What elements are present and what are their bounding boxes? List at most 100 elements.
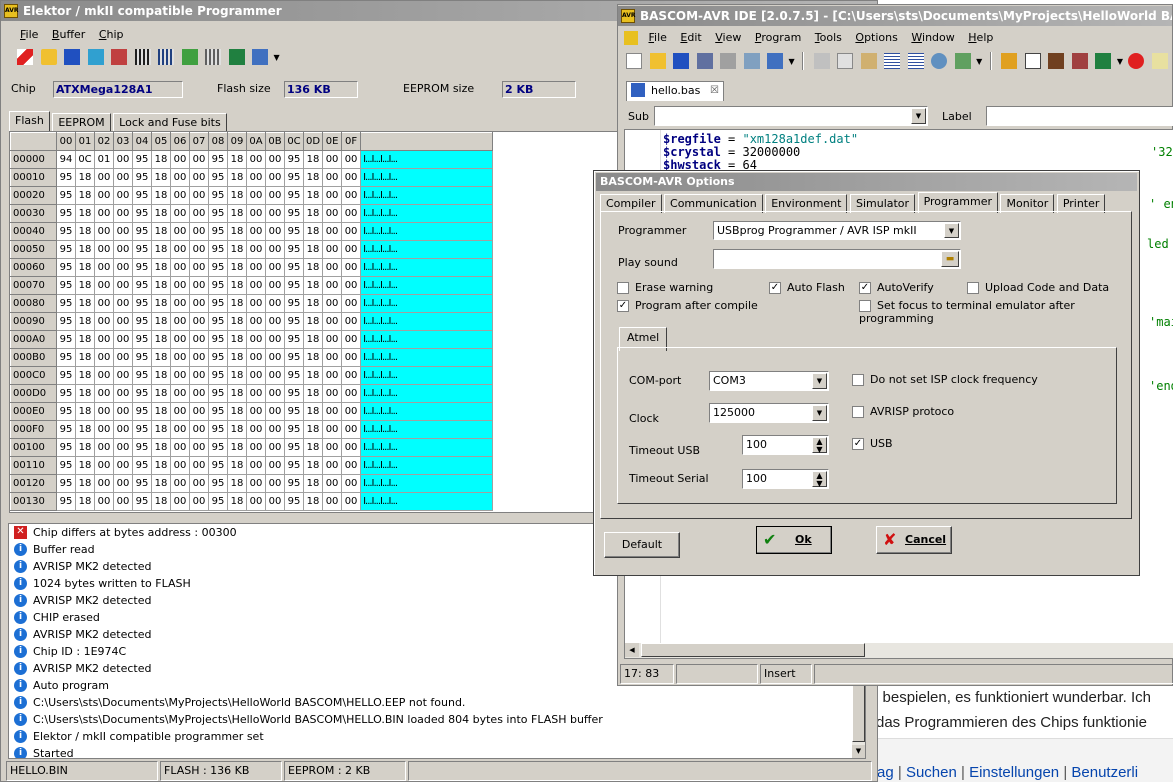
hex-byte[interactable]: 00 — [265, 402, 285, 421]
hex-byte[interactable]: 00 — [94, 366, 114, 385]
hex-byte[interactable]: 00 — [170, 348, 190, 367]
hex-byte[interactable]: 00 — [322, 312, 343, 331]
hex-byte[interactable]: 00 — [246, 258, 266, 277]
hex-byte[interactable]: 00 — [322, 150, 343, 169]
hex-byte[interactable]: 95 — [208, 294, 228, 313]
hex-byte[interactable]: 00 — [322, 456, 343, 475]
hex-byte[interactable]: 00 — [265, 312, 285, 331]
hex-ascii[interactable]: I...I...I...I... — [360, 276, 494, 295]
timeout-serial-spinner[interactable]: 100 ▲ ▼ — [742, 469, 829, 489]
hex-byte[interactable]: 00 — [189, 276, 209, 295]
hex-byte[interactable]: 00 — [341, 366, 362, 385]
com-port-select[interactable]: COM3 ▼ — [709, 371, 829, 391]
hex-byte[interactable]: 00 — [189, 222, 209, 241]
hex-byte[interactable]: 18 — [302, 456, 324, 475]
hex-ascii[interactable]: I...I...I...I... — [360, 330, 494, 349]
label-dropdown[interactable] — [986, 106, 1173, 126]
hex-byte[interactable]: 00 — [265, 294, 285, 313]
hex-byte[interactable]: 95 — [284, 240, 304, 259]
settings-icon[interactable] — [252, 49, 268, 65]
hex-byte[interactable]: 95 — [132, 384, 152, 403]
scroll-left-icon[interactable]: ◀ — [625, 643, 639, 657]
hex-byte[interactable]: 00 — [170, 186, 190, 205]
hex-byte[interactable]: 95 — [56, 438, 76, 457]
hex-byte[interactable]: 18 — [151, 348, 171, 367]
hex-byte[interactable]: 00 — [189, 294, 209, 313]
hex-byte[interactable]: 00 — [113, 240, 133, 259]
hex-byte[interactable]: 18 — [151, 168, 171, 187]
hex-byte[interactable]: 00 — [170, 222, 190, 241]
hex-byte[interactable]: 18 — [302, 168, 324, 187]
hex-byte[interactable]: 00 — [170, 384, 190, 403]
hex-byte[interactable]: 00 — [113, 366, 133, 385]
hex-byte[interactable]: 00 — [189, 456, 209, 475]
programmer-select[interactable]: USBprog Programmer / AVR ISP mkII ▼ — [713, 221, 961, 240]
hex-byte[interactable]: 00 — [94, 168, 114, 187]
hex-byte[interactable]: 00 — [265, 366, 285, 385]
hex-byte[interactable]: 00 — [170, 438, 190, 457]
hex-ascii[interactable]: I...I...I...I... — [360, 420, 494, 439]
hex-byte[interactable]: 95 — [132, 276, 152, 295]
terminal-focus-check[interactable]: Set focus to terminal emulator after pro… — [859, 299, 1131, 325]
hex-byte[interactable]: 00 — [170, 366, 190, 385]
hex-byte[interactable]: 00 — [189, 204, 209, 223]
hex-byte[interactable]: 18 — [75, 402, 95, 421]
hex-byte[interactable]: 95 — [208, 150, 228, 169]
hex-byte[interactable]: 95 — [56, 312, 76, 331]
hex-byte[interactable]: 00 — [265, 330, 285, 349]
hex-byte[interactable]: 95 — [208, 204, 228, 223]
chevron-down-icon[interactable]: ▼ — [274, 53, 280, 62]
hex-byte[interactable]: 18 — [227, 420, 247, 439]
hex-byte[interactable]: 00 — [322, 438, 343, 457]
chevron-down-icon[interactable]: ▼ — [1117, 57, 1123, 66]
menu-window[interactable]: Window — [906, 29, 959, 47]
hex-byte[interactable]: 00 — [170, 150, 190, 169]
hex-ascii[interactable]: I...I...I...I... — [360, 150, 494, 169]
hex-byte[interactable]: 18 — [227, 384, 247, 403]
hex-byte[interactable]: 95 — [132, 258, 152, 277]
hex-byte[interactable]: 00 — [94, 384, 114, 403]
browser-link[interactable]: Benutzerli — [1071, 764, 1138, 781]
hex-byte[interactable]: 18 — [227, 348, 247, 367]
hex-ascii[interactable]: I...I...I...I... — [360, 294, 494, 313]
hex-byte[interactable]: 00 — [341, 222, 362, 241]
hex-byte[interactable]: 95 — [56, 240, 76, 259]
hex-byte[interactable]: 00 — [341, 204, 362, 223]
hex-byte[interactable]: 95 — [208, 168, 228, 187]
hex-byte[interactable]: 00 — [265, 384, 285, 403]
hex-byte[interactable]: 18 — [302, 186, 324, 205]
hex-byte[interactable]: 18 — [151, 186, 171, 205]
hex-byte[interactable]: 00 — [246, 240, 266, 259]
chevron-down-icon[interactable]: ▼ — [944, 223, 959, 238]
chip-icon[interactable] — [1048, 53, 1065, 69]
replace-icon[interactable] — [954, 53, 971, 69]
hex-byte[interactable]: 00 — [341, 456, 362, 475]
hex-byte[interactable]: 18 — [151, 420, 171, 439]
hex-byte[interactable]: 18 — [151, 258, 171, 277]
hex-byte[interactable]: 00 — [113, 420, 133, 439]
hex-byte[interactable]: 00 — [113, 168, 133, 187]
hex-byte[interactable]: 18 — [75, 258, 95, 277]
hex-byte[interactable]: 00 — [170, 168, 190, 187]
hex-byte[interactable]: 00 — [265, 456, 285, 475]
hex-ascii[interactable]: I...I...I...I... — [360, 312, 494, 331]
hex-byte[interactable]: 95 — [208, 348, 228, 367]
chip-verify-icon[interactable] — [158, 49, 174, 65]
hex-byte[interactable]: 95 — [284, 150, 304, 169]
hex-byte[interactable]: 00 — [341, 384, 362, 403]
hex-byte[interactable]: 00 — [246, 222, 266, 241]
hex-byte[interactable]: 95 — [56, 420, 76, 439]
hex-byte[interactable]: 95 — [284, 474, 304, 493]
stop-icon[interactable] — [1128, 53, 1145, 69]
hex-byte[interactable]: 00 — [246, 492, 266, 511]
hex-byte[interactable]: 00 — [265, 276, 285, 295]
hex-byte[interactable]: 00 — [322, 492, 343, 511]
hex-byte[interactable]: 00 — [322, 366, 343, 385]
mdi-icon[interactable] — [624, 31, 638, 45]
hex-byte[interactable]: 95 — [208, 330, 228, 349]
hex-byte[interactable]: 18 — [227, 312, 247, 331]
hex-byte[interactable]: 95 — [56, 474, 76, 493]
hex-byte[interactable]: 18 — [227, 204, 247, 223]
checkbox[interactable] — [617, 282, 629, 294]
hex-byte[interactable]: 18 — [151, 402, 171, 421]
